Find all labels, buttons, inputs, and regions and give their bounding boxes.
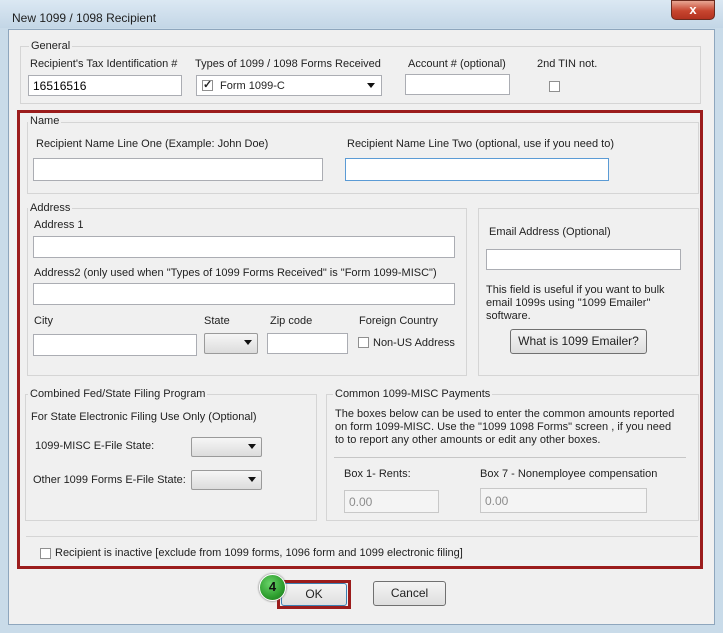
- city-input[interactable]: [33, 334, 197, 356]
- chevron-down-icon: [248, 477, 256, 482]
- payments-help: The boxes below can be used to enter the…: [335, 408, 675, 446]
- cancel-button[interactable]: Cancel: [373, 581, 446, 606]
- check-icon: ✓: [203, 79, 213, 91]
- tin-notice-label: 2nd TIN not.: [537, 58, 598, 70]
- city-label: City: [34, 315, 53, 327]
- address2-label: Address2 (only used when "Types of 1099 …: [34, 267, 437, 279]
- tin-notice-checkbox[interactable]: [549, 81, 560, 92]
- non-us-checkbox[interactable]: [358, 337, 369, 348]
- chevron-down-icon: [248, 444, 256, 449]
- email-help: This field is useful if you want to bulk…: [486, 284, 665, 322]
- box1-input[interactable]: [344, 490, 439, 513]
- address1-input[interactable]: [33, 236, 455, 258]
- non-us-label: Non-US Address: [373, 337, 455, 349]
- name-legend: Name: [28, 115, 62, 127]
- account-label: Account # (optional): [408, 58, 506, 70]
- tin-input[interactable]: [28, 75, 182, 96]
- window-title: New 1099 / 1098 Recipient: [12, 11, 157, 25]
- foreign-label: Foreign Country: [359, 315, 438, 327]
- zip-label: Zip code: [270, 315, 313, 327]
- inactive-label: Recipient is inactive [exclude from 1099…: [55, 547, 463, 559]
- name-line2-label: Recipient Name Line Two (optional, use i…: [347, 138, 615, 150]
- forms-combo[interactable]: ✓ Form 1099-C: [196, 75, 382, 96]
- tin-label: Recipient's Tax Identification #: [30, 58, 178, 70]
- box7-input[interactable]: [480, 488, 647, 513]
- email-input[interactable]: [486, 249, 681, 270]
- zip-input[interactable]: [267, 333, 348, 354]
- chevron-down-icon: [244, 340, 252, 345]
- state-filing-legend: Combined Fed/State Filing Program: [28, 388, 208, 400]
- name-line2-input[interactable]: [345, 158, 609, 181]
- account-input[interactable]: [405, 74, 510, 95]
- state-label: State: [204, 315, 230, 327]
- step-badge: 4: [259, 574, 286, 601]
- chevron-down-icon[interactable]: [367, 83, 375, 88]
- email-label: Email Address (Optional): [489, 226, 611, 238]
- forms-value: Form 1099-C: [220, 80, 285, 92]
- close-button[interactable]: x: [671, 0, 715, 20]
- other-efile-label: Other 1099 Forms E-File State:: [33, 474, 186, 486]
- payments-divider: [334, 457, 686, 458]
- box1-label: Box 1- Rents:: [344, 468, 411, 480]
- state-select[interactable]: [204, 333, 258, 354]
- inactive-row-divider: [26, 536, 698, 537]
- address2-input[interactable]: [33, 283, 455, 305]
- step-badge-number: 4: [268, 579, 277, 594]
- misc-efile-label: 1099-MISC E-File State:: [35, 440, 155, 452]
- misc-efile-select[interactable]: [191, 437, 262, 457]
- box7-label: Box 7 - Nonemployee compensation: [480, 468, 658, 480]
- what-is-emailer-button[interactable]: What is 1099 Emailer?: [510, 329, 647, 354]
- name-line1-label: Recipient Name Line One (Example: John D…: [36, 138, 269, 150]
- forms-checkbox[interactable]: ✓: [202, 79, 213, 91]
- state-filing-subtitle: For State Electronic Filing Use Only (Op…: [31, 411, 257, 423]
- other-efile-select[interactable]: [191, 470, 262, 490]
- close-icon: x: [689, 2, 697, 17]
- address1-label: Address 1: [34, 219, 84, 231]
- ok-button[interactable]: OK: [281, 583, 347, 606]
- general-legend: General: [29, 40, 73, 52]
- inactive-checkbox[interactable]: [40, 548, 51, 559]
- payments-legend: Common 1099-MISC Payments: [333, 388, 493, 400]
- forms-label: Types of 1099 / 1098 Forms Received: [195, 58, 381, 70]
- name-line1-input[interactable]: [33, 158, 323, 181]
- address-legend: Address: [28, 202, 73, 214]
